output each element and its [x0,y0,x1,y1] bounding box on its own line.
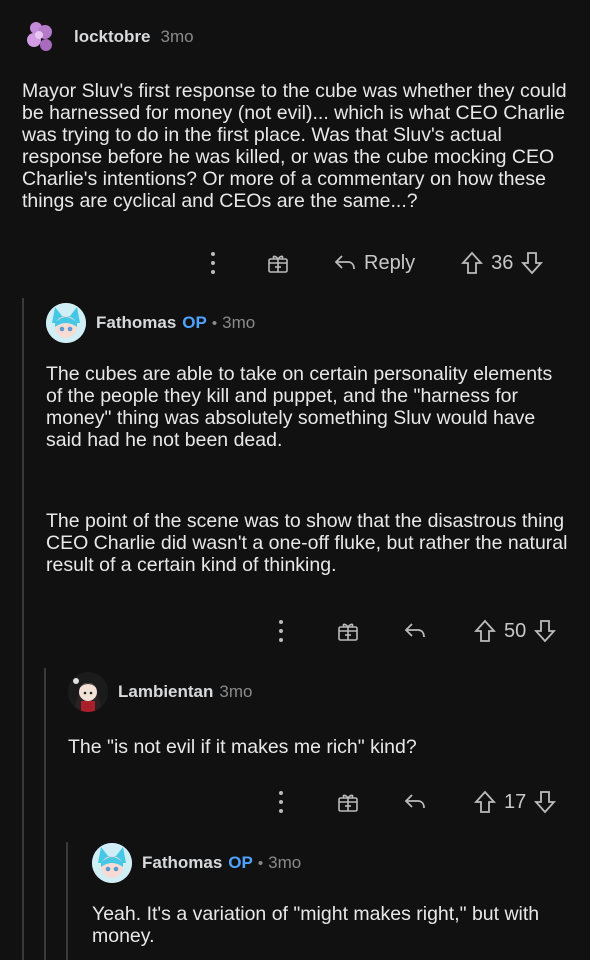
comment-body-paragraph: The point of the scene was to show that … [46,510,568,576]
thread-line-level-1[interactable] [22,298,24,960]
comment-header: locktobre 3mo [22,18,567,56]
comment-fathomas-1: Fathomas OP • 3mo The cubes are able to tak… [46,303,571,576]
comment-actions: Reply 36 [208,250,544,276]
comment-body: Mayor Sluv's first response to the cube … [22,80,567,212]
comment-header: Fathomas OP • 3mo [46,303,571,343]
vote-score: 36 [491,251,514,274]
avatar[interactable] [92,843,132,883]
comment-time: 3mo [268,853,302,872]
comment-time: 3mo [219,682,253,701]
op-badge: OP [228,853,253,872]
upvote-icon [474,619,496,642]
comment-fathomas-2: Fathomas OP • 3mo Yeah. It's a variation of… [92,843,562,947]
downvote-button[interactable] [521,251,544,275]
comment-body-paragraph: The cubes are able to take on certain pe… [46,363,553,451]
award-icon[interactable] [336,619,360,643]
more-vertical-icon[interactable] [208,250,218,276]
downvote-button[interactable] [534,619,557,643]
comment-header: Lambientan 3mo [68,672,568,712]
comment-meta: Fathomas OP • 3mo [142,853,301,873]
more-vertical-icon[interactable] [276,789,286,815]
separator-dot: • [257,855,264,872]
upvote-icon [474,790,496,813]
comment-body: The "is not evil if it makes me rich" ki… [68,736,417,758]
comment-time: 3mo [160,27,194,46]
comment-header: Fathomas OP • 3mo [92,843,562,883]
upvote-button[interactable] [461,251,484,275]
op-badge: OP [182,313,207,332]
comment-author[interactable]: Lambientan [118,682,213,702]
separator-dot: • [211,315,218,332]
comment-lambientan: Lambientan 3mo The "is not evil if it ma… [68,672,568,758]
comment-meta: Fathomas OP • 3mo [96,313,255,333]
vote-score: 17 [504,790,527,813]
downvote-button[interactable] [534,790,557,814]
comment-locktobre: locktobre 3mo Mayor Sluv's first respons… [22,18,567,212]
reply-arrow-icon [404,794,425,809]
downvote-icon [521,252,544,275]
reply-button[interactable] [404,792,426,812]
more-vertical-icon[interactable] [276,618,286,644]
avatar[interactable] [22,18,60,56]
avatar[interactable] [68,672,108,712]
comment-actions: 50 [276,618,557,644]
avatar[interactable] [46,303,86,343]
thread-line-level-3[interactable] [66,842,68,960]
upvote-button[interactable] [474,790,496,814]
comment-author[interactable]: locktobre [74,27,151,47]
reply-arrow-icon [334,255,355,270]
comment-body: Yeah. It's a variation of "might makes r… [92,903,540,947]
upvote-button[interactable] [474,619,496,643]
upvote-icon [461,251,484,274]
comment-time: 3mo [222,313,256,332]
award-icon[interactable] [266,251,290,275]
downvote-icon [534,620,557,643]
downvote-icon [534,791,557,814]
reply-arrow-icon [404,623,425,638]
award-icon[interactable] [336,790,360,814]
reply-button[interactable]: Reply [334,252,415,275]
reply-label: Reply [364,251,416,274]
comment-actions: 17 [276,789,557,815]
reply-button[interactable] [404,621,426,641]
vote-score: 50 [504,619,527,642]
thread-line-level-2[interactable] [44,668,46,960]
comment-author[interactable]: Fathomas [96,313,176,332]
comment-author[interactable]: Fathomas [142,853,222,872]
